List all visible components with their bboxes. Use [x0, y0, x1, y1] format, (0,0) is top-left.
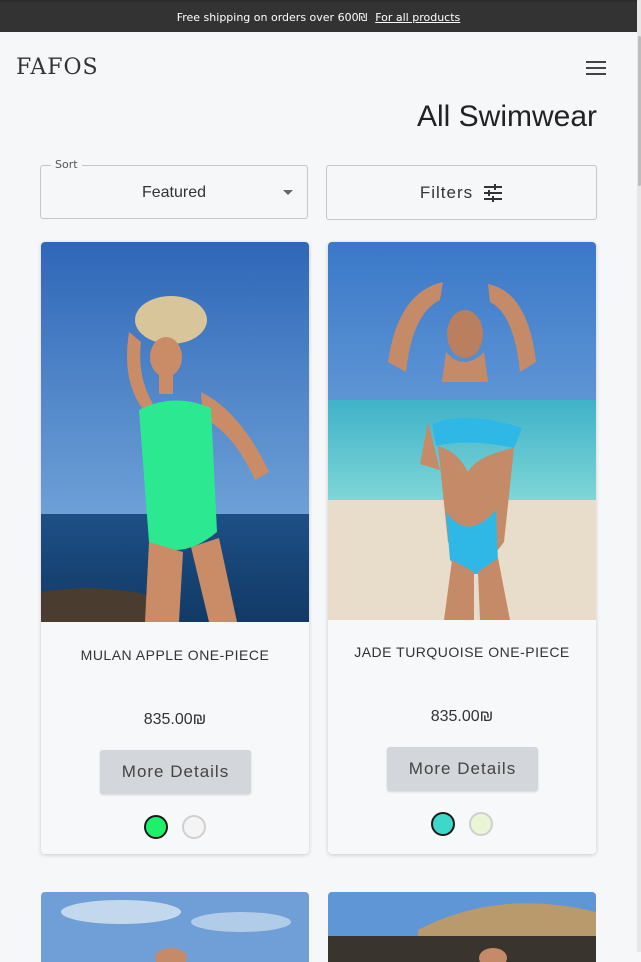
sort-selected-value: Featured [141, 184, 207, 201]
filters-button[interactable]: Filters [326, 165, 597, 220]
color-swatch[interactable] [182, 815, 206, 839]
product-name[interactable]: MULAN APPLE ONE-PIECE [41, 647, 309, 663]
sliders-icon [484, 183, 503, 202]
color-swatch[interactable] [144, 815, 168, 839]
product-card[interactable]: JADE TURQUOISE ONE-PIECE 835.00₪ More De… [328, 242, 596, 854]
product-price: 835.00₪ [143, 711, 207, 728]
sort-label: Sort [51, 158, 82, 171]
brand-logo[interactable]: FAFOS [16, 55, 99, 80]
more-details-button[interactable]: More Details [100, 750, 251, 794]
product-name[interactable]: JADE TURQUOISE ONE-PIECE [328, 644, 596, 660]
sort-select[interactable]: Sort Featured [40, 158, 308, 219]
product-image[interactable] [328, 242, 596, 620]
announcement-text: Free shipping on orders over 600₪ [176, 10, 368, 24]
product-image[interactable] [41, 242, 309, 622]
product-price: 835.00₪ [430, 708, 494, 725]
color-swatches [41, 815, 309, 839]
color-swatch[interactable] [469, 812, 493, 836]
caret-down-icon [283, 190, 293, 195]
announcement-bar: Free shipping on orders over 600₪ For al… [0, 0, 637, 32]
product-card[interactable]: MULAN APPLE ONE-PIECE 835.00₪ More Detai… [41, 242, 309, 854]
hamburger-menu-icon[interactable] [586, 61, 606, 75]
color-swatch[interactable] [431, 812, 455, 836]
more-details-button[interactable]: More Details [387, 747, 538, 791]
page-title: All Swimwear [416, 100, 597, 133]
announcement-link[interactable]: For all products [375, 11, 460, 24]
color-swatches [328, 812, 596, 836]
filters-label: Filters [419, 182, 474, 202]
